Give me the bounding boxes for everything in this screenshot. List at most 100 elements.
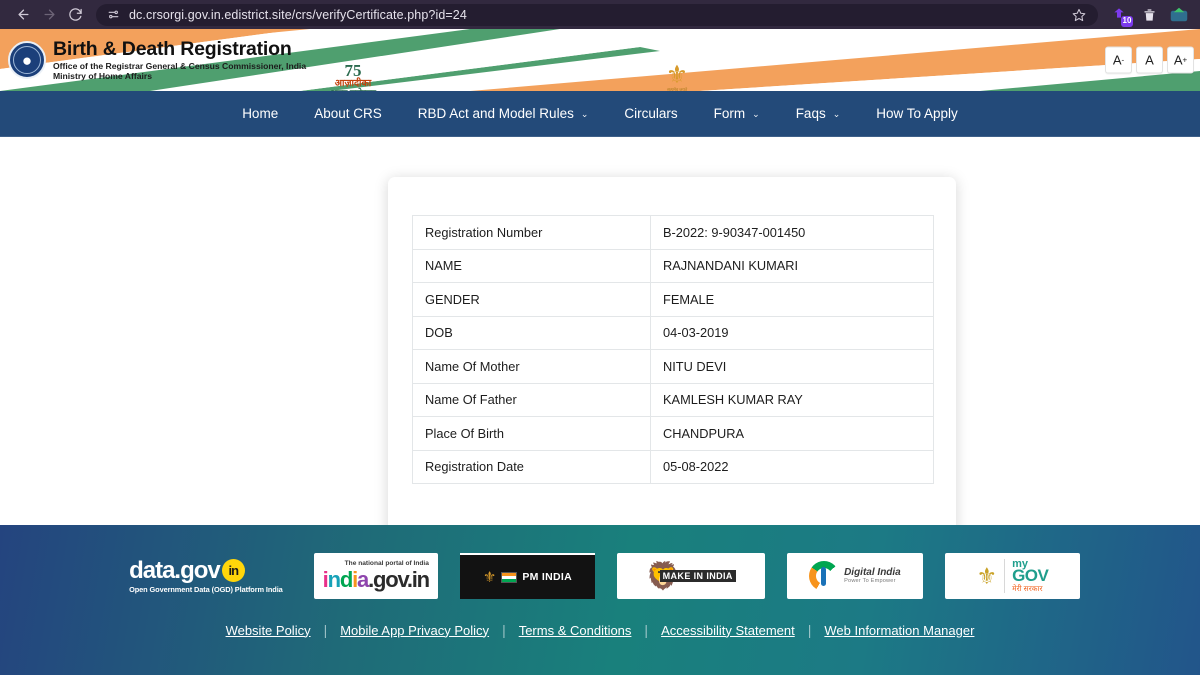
certificate-card: Registration Number B-2022: 9-90347-00145… — [388, 177, 956, 525]
india-flag-icon — [501, 571, 518, 583]
site-footer: data.gov in Open Government Data (OGD) Pl… — [0, 525, 1200, 675]
footer-link-mobile-app-privacy-policy[interactable]: Mobile App Privacy Policy — [327, 623, 502, 638]
brand-block: ● Birth & Death Registration Office of t… — [4, 29, 306, 91]
footer-link-web-information-manager[interactable]: Web Information Manager — [811, 623, 987, 638]
extension-icon[interactable]: 10 — [1108, 4, 1133, 27]
footer-link-website-policy[interactable]: Website Policy — [213, 623, 324, 638]
field-label: Name Of Mother — [412, 349, 651, 384]
nav-item-how-to-apply[interactable]: How To Apply — [858, 91, 976, 137]
azadi-line-2: अमृत महोत्सव — [313, 89, 393, 91]
profile-icon[interactable] — [1168, 4, 1190, 26]
indiagov-letter: d — [339, 566, 353, 592]
india-gov-in-logo[interactable]: The national portal of India india.gov.i… — [313, 553, 438, 599]
field-value: RAJNANDANI KUMARI — [650, 248, 934, 283]
table-row: Place Of Birth CHANDPURA — [412, 416, 934, 451]
datagov-in-badge: in — [221, 559, 245, 583]
table-row: Registration Date 05-08-2022 — [412, 449, 934, 484]
pm-india-logo[interactable]: ⚜ PM INDIA — [459, 553, 595, 599]
brand-subtitle-2: Ministry of Home Affairs — [53, 70, 152, 81]
url-text[interactable]: dc.crsorgi.gov.in.edistrict.site/crs/ver… — [129, 8, 467, 22]
field-label: DOB — [412, 315, 651, 350]
main-content: Registration Number B-2022: 9-90347-00145… — [0, 137, 1200, 525]
field-value: KAMLESH KUMAR RAY — [650, 382, 934, 417]
national-emblem-icon: ⚜ सत्यमेव जयते — [658, 63, 696, 92]
mygov-hindi-label: मेरी सरकार — [1012, 584, 1043, 594]
table-row: Name Of Father KAMLESH KUMAR RAY — [412, 382, 934, 417]
nav-label-form: Form — [713, 105, 746, 121]
field-value: NITU DEVI — [650, 349, 934, 384]
font-size-controls: A- A A + — [1105, 46, 1194, 74]
field-label: GENDER — [412, 282, 651, 317]
font-decrease-label: A — [1112, 52, 1122, 68]
font-increase-button[interactable]: A + — [1167, 46, 1194, 74]
browser-toolbar: dc.crsorgi.gov.in.edistrict.site/crs/ver… — [0, 0, 1200, 29]
chevron-down-icon: ⌄ — [832, 108, 841, 119]
make-in-india-logo[interactable]: 🦁 MAKE IN INDIA — [616, 553, 765, 599]
font-decrease-button[interactable]: A- — [1105, 46, 1132, 74]
digital-india-logo[interactable]: Digital India Power To Empower — [786, 553, 923, 599]
table-row: GENDER FEMALE — [412, 282, 934, 317]
footer-separator: | — [502, 622, 506, 638]
font-increase-label: A — [1173, 52, 1183, 68]
star-icon[interactable] — [1070, 6, 1088, 24]
field-value: FEMALE — [650, 282, 934, 317]
field-label: Registration Number — [412, 215, 651, 250]
back-arrow-icon[interactable] — [10, 2, 36, 28]
extension-badge: 10 — [1121, 15, 1133, 27]
forward-arrow-icon[interactable] — [36, 2, 62, 28]
field-value: CHANDPURA — [650, 416, 934, 451]
datagov-name: data.gov — [129, 556, 221, 584]
datagov-tagline: Open Government Data (OGD) Platform Indi… — [129, 584, 283, 594]
footer-link-accessibility-statement[interactable]: Accessibility Statement — [648, 623, 808, 638]
table-row: NAME RAJNANDANI KUMARI — [412, 248, 934, 283]
azadi-ka-amrit-mahotsav-icon: 75 आज़ादीका अमृत महोत्सव — [313, 62, 393, 91]
footer-separator: | — [323, 622, 328, 638]
indiagov-letter: a — [357, 566, 369, 592]
crs-emblem-icon: ● — [8, 41, 46, 79]
indiagov-letter: n — [327, 566, 341, 592]
field-label: Name Of Father — [412, 382, 651, 417]
mygov-logo[interactable]: ⚜ my GOV मेरी सरकार — [944, 553, 1080, 599]
chevron-down-icon: ⌄ — [752, 108, 760, 119]
trash-icon[interactable] — [1138, 4, 1160, 26]
digital-india-tagline: Power To Empower — [844, 578, 896, 585]
table-row: DOB 04-03-2019 — [412, 315, 934, 350]
field-label: Place Of Birth — [412, 416, 651, 451]
nav-item-about-crs[interactable]: About CRS — [296, 91, 400, 137]
nav-label-how-to-apply: How To Apply — [876, 105, 958, 121]
nav-label-circulars: Circulars — [624, 105, 678, 121]
nav-item-rbd-act-and-model-rules[interactable]: RBD Act and Model Rules ⌄ — [400, 91, 607, 137]
indiagov-letter: .gov.in — [368, 566, 430, 592]
reload-icon[interactable] — [62, 2, 88, 28]
field-label: Registration Date — [412, 449, 651, 484]
nav-label-rbd: RBD Act and Model Rules — [417, 105, 574, 121]
nav-item-home[interactable]: Home — [224, 91, 296, 137]
mygov-emblem-icon: ⚜ — [976, 562, 998, 589]
nav-item-circulars[interactable]: Circulars — [606, 91, 695, 137]
footer-separator: | — [807, 622, 812, 638]
site-header: ● Birth & Death Registration Office of t… — [0, 29, 1200, 91]
pmindia-emblem-icon: ⚜ — [482, 568, 497, 586]
font-increase-sup: + — [1182, 55, 1188, 64]
font-normal-label: A — [1145, 52, 1154, 68]
table-row: Name Of Mother NITU DEVI — [412, 349, 934, 384]
field-value: 05-08-2022 — [650, 449, 934, 484]
make-in-india-label: MAKE IN INDIA — [659, 570, 736, 582]
azadi-75-label: 75 — [344, 61, 362, 80]
table-row: Registration Number B-2022: 9-90347-00145… — [412, 215, 934, 250]
certificate-details-table: Registration Number B-2022: 9-90347-00145… — [412, 215, 934, 484]
data-gov-in-logo[interactable]: data.gov in Open Government Data (OGD) Pl… — [120, 553, 292, 599]
address-bar[interactable]: dc.crsorgi.gov.in.edistrict.site/crs/ver… — [96, 3, 1098, 26]
footer-link-terms-and-conditions[interactable]: Terms & Conditions — [506, 623, 645, 638]
tune-icon[interactable] — [106, 7, 121, 22]
mygov-gov-label: GOV — [1012, 566, 1049, 586]
nav-item-form[interactable]: Form ⌄ — [696, 91, 778, 137]
field-value: B-2022: 9-90347-001450 — [650, 215, 934, 250]
nav-label-about-crs: About CRS — [314, 105, 382, 121]
nav-item-faqs[interactable]: Faqs ⌄ — [778, 91, 859, 137]
font-normal-button[interactable]: A — [1136, 46, 1163, 74]
footer-links: Website Policy | Mobile App Privacy Poli… — [0, 622, 1200, 638]
digital-india-swoosh-icon — [809, 561, 840, 591]
pmindia-label: PM INDIA — [522, 571, 572, 583]
digital-india-label: Digital India — [844, 567, 901, 579]
